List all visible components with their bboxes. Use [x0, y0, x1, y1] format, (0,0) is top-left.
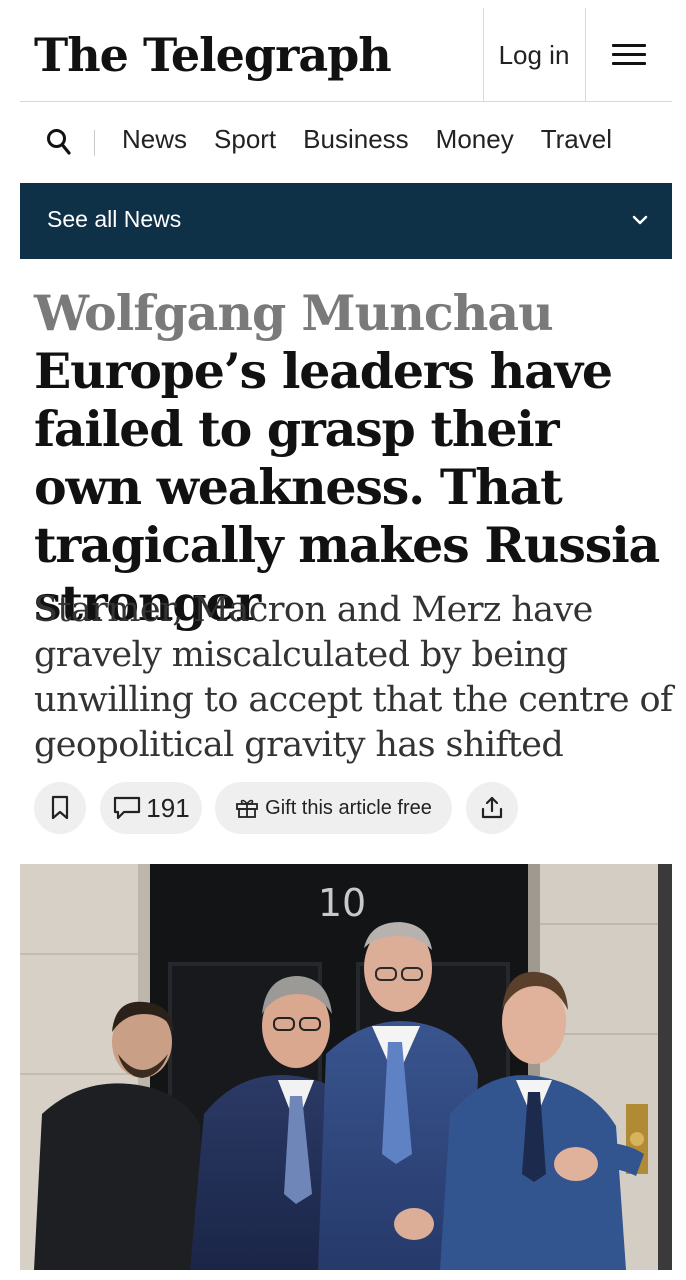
nav-scroll-fade [612, 104, 672, 180]
comment-count: 191 [146, 792, 190, 823]
hamburger-icon [612, 44, 646, 66]
login-button[interactable]: Log in [484, 8, 584, 102]
article-standfirst: Starmer, Macron and Merz have gravely mi… [34, 590, 673, 765]
search-icon[interactable] [46, 128, 72, 156]
gift-article-button[interactable]: Gift this article free [215, 782, 452, 834]
share-button[interactable] [466, 782, 518, 834]
nav-separator [94, 130, 95, 156]
telegraph-logo[interactable]: The Telegraph [34, 28, 392, 82]
comment-icon [112, 795, 142, 821]
site-header: The Telegraph Log in [20, 8, 672, 102]
nav-item-news[interactable]: News [122, 124, 187, 155]
section-nav: News Sport Business Money Travel [20, 104, 672, 180]
article-photo[interactable]: 10 [20, 864, 672, 1270]
nav-item-travel[interactable]: Travel [541, 124, 612, 155]
door-number: 10 [318, 881, 366, 925]
nav-item-business[interactable]: Business [303, 124, 409, 155]
dropdown-label: See all News [47, 206, 182, 232]
comments-button[interactable]: 191 [100, 782, 202, 834]
chevron-down-icon [632, 213, 648, 225]
see-all-news-dropdown[interactable]: See all News [20, 183, 672, 259]
menu-button[interactable] [586, 8, 672, 102]
gift-icon [235, 797, 259, 819]
nav-item-sport[interactable]: Sport [214, 124, 276, 155]
author-name[interactable]: Wolfgang Munchau [34, 284, 554, 342]
nav-item-money[interactable]: Money [436, 124, 514, 155]
share-icon [479, 795, 505, 821]
gift-label: Gift this article free [265, 796, 432, 819]
bookmark-icon [50, 795, 70, 821]
bookmark-button[interactable] [34, 782, 86, 834]
nav-items: News Sport Business Money Travel [122, 124, 639, 155]
